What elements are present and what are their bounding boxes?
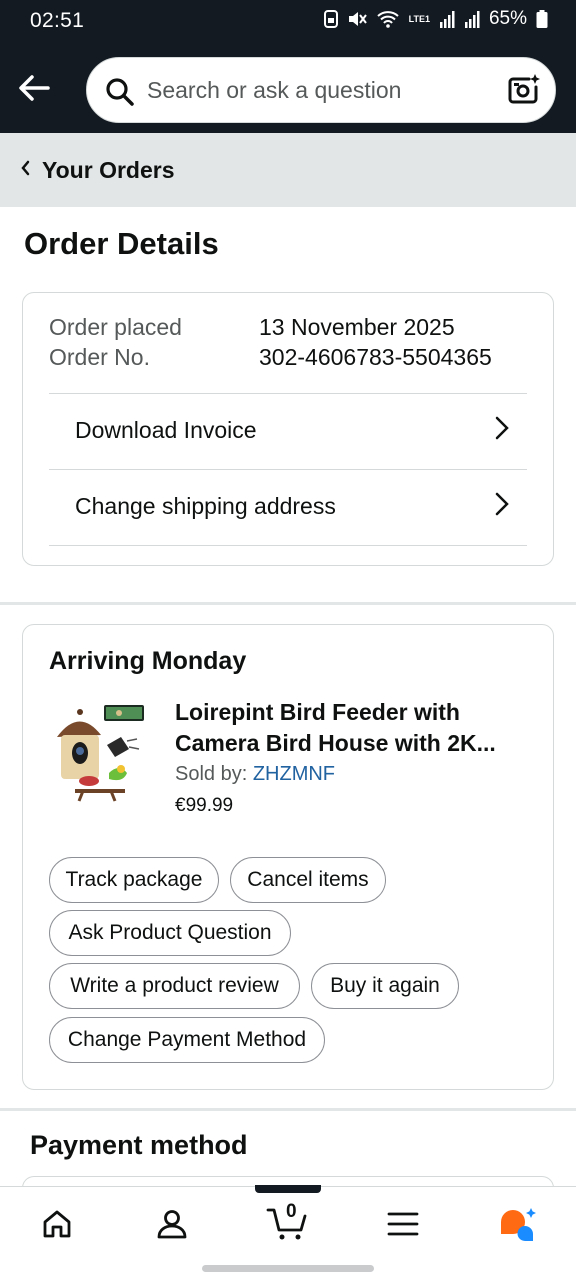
rufus-ai-icon[interactable] <box>478 1187 558 1261</box>
vpn-lock-icon <box>323 10 338 28</box>
delivery-status: Arriving Monday <box>49 647 247 675</box>
product-title[interactable]: Loirepint Bird Feeder with Camera Bird H… <box>175 697 525 759</box>
chevron-right-icon <box>495 492 509 521</box>
search-icon <box>105 77 135 112</box>
status-icons: LTE1 65% <box>323 8 548 30</box>
home-indicator[interactable] <box>202 1265 374 1272</box>
section-separator <box>0 1108 576 1111</box>
signal-icon <box>464 10 480 28</box>
sold-by: Sold by: ZHZMNF <box>175 763 335 786</box>
cart-icon[interactable]: 0 <box>248 1187 328 1261</box>
write-review-button[interactable]: Write a product review <box>49 963 300 1009</box>
order-number-value: 302-4606783-5504365 <box>259 344 492 370</box>
camera-search-icon[interactable] <box>507 73 541 112</box>
bottom-navigation: 0 <box>0 1185 576 1261</box>
page-title: Order Details <box>24 226 219 261</box>
status-bar: 02:51 LTE1 65% <box>0 0 576 42</box>
order-placed-value: 13 November 2025 <box>259 314 455 340</box>
search-bar[interactable] <box>86 57 556 123</box>
search-header <box>0 42 576 133</box>
order-summary-card: Order placed 13 November 2025 Order No. … <box>22 292 554 566</box>
home-icon[interactable] <box>17 1187 97 1261</box>
wifi-icon <box>376 10 400 28</box>
ask-product-question-button[interactable]: Ask Product Question <box>49 910 291 956</box>
order-placed-label: Order placed <box>49 314 182 340</box>
battery-percent: 65% <box>488 8 527 29</box>
change-shipping-address-label: Change shipping address <box>75 492 336 519</box>
product-image[interactable] <box>49 701 149 807</box>
mute-icon <box>347 10 367 28</box>
signal-icon <box>439 10 455 28</box>
account-icon[interactable] <box>132 1187 212 1261</box>
chevron-left-icon <box>20 160 30 181</box>
download-invoice-label: Download Invoice <box>75 416 257 443</box>
sold-by-label: Sold by: <box>175 763 253 785</box>
order-number-label: Order No. <box>49 344 150 370</box>
track-package-button[interactable]: Track package <box>49 857 219 903</box>
cancel-items-button[interactable]: Cancel items <box>230 857 386 903</box>
search-input[interactable] <box>147 72 487 108</box>
shipment-card: Arriving Monday Loirepint Bird Feeder wi… <box>22 624 554 1090</box>
status-time: 02:51 <box>30 9 85 32</box>
seller-link[interactable]: ZHZMNF <box>253 763 335 785</box>
breadcrumb[interactable]: Your Orders <box>0 133 576 207</box>
lte-icon: LTE1 <box>408 13 430 24</box>
breadcrumb-label: Your Orders <box>42 156 175 183</box>
section-separator <box>0 602 576 605</box>
battery-icon <box>536 10 548 28</box>
back-arrow-icon[interactable] <box>14 68 54 108</box>
chevron-right-icon <box>495 416 509 445</box>
buy-it-again-button[interactable]: Buy it again <box>311 963 459 1009</box>
payment-method-heading: Payment method <box>30 1130 248 1160</box>
product-price: €99.99 <box>175 795 234 816</box>
cart-count: 0 <box>286 1201 297 1222</box>
change-shipping-address-link[interactable]: Change shipping address <box>23 469 555 543</box>
menu-icon[interactable] <box>363 1187 443 1261</box>
divider <box>49 545 527 546</box>
download-invoice-link[interactable]: Download Invoice <box>23 393 555 467</box>
change-payment-method-button[interactable]: Change Payment Method <box>49 1017 325 1063</box>
order-details-screen: 02:51 LTE1 65% Search or ask a question … <box>0 0 576 1280</box>
